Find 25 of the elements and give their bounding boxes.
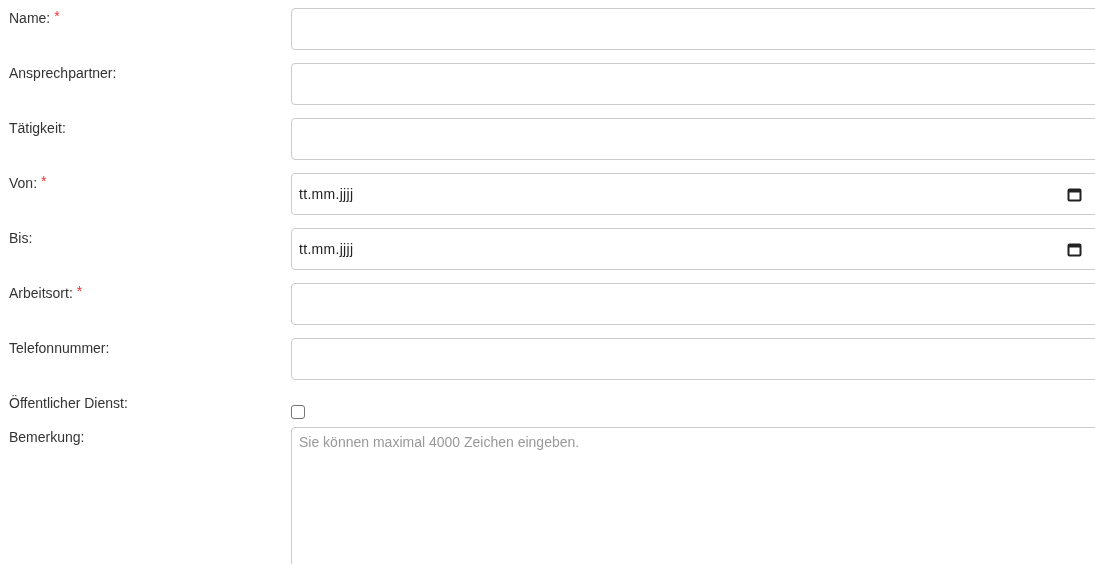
date-placeholder: tt.mm.jjjj xyxy=(299,186,354,202)
field-label: Von: xyxy=(8,174,38,193)
field-label: Arbeitsort: xyxy=(8,284,73,303)
field-label: Bis: xyxy=(8,229,33,248)
text-input-field[interactable] xyxy=(291,283,1095,325)
field-label: Tätigkeit: xyxy=(8,119,66,138)
field-label: Ansprechpartner: xyxy=(8,64,117,83)
required-mark: * xyxy=(76,283,83,299)
date-input-field[interactable]: tt.mm.jjjj xyxy=(291,228,1095,270)
date-placeholder: tt.mm.jjjj xyxy=(299,241,354,257)
required-mark: * xyxy=(41,173,47,189)
field-label: Telefonnummer: xyxy=(8,339,110,358)
text-input-field[interactable] xyxy=(291,63,1095,105)
field-label: Bemerkung: xyxy=(8,428,85,447)
field-label: Name: xyxy=(8,9,51,28)
text-input-field[interactable] xyxy=(291,338,1095,380)
calendar-icon[interactable] xyxy=(1067,241,1082,257)
date-input-field[interactable]: tt.mm.jjjj xyxy=(291,173,1095,215)
field-label: Öffentlicher Dienst: xyxy=(8,394,128,413)
checkbox[interactable] xyxy=(291,405,305,419)
text-input-field[interactable] xyxy=(291,118,1095,160)
calendar-icon[interactable] xyxy=(1067,186,1082,202)
required-mark: * xyxy=(54,8,60,24)
text-input-field[interactable] xyxy=(291,8,1095,50)
remark-textarea[interactable]: Sie können maximal 4000 Zeichen eingeben. xyxy=(291,427,1095,564)
